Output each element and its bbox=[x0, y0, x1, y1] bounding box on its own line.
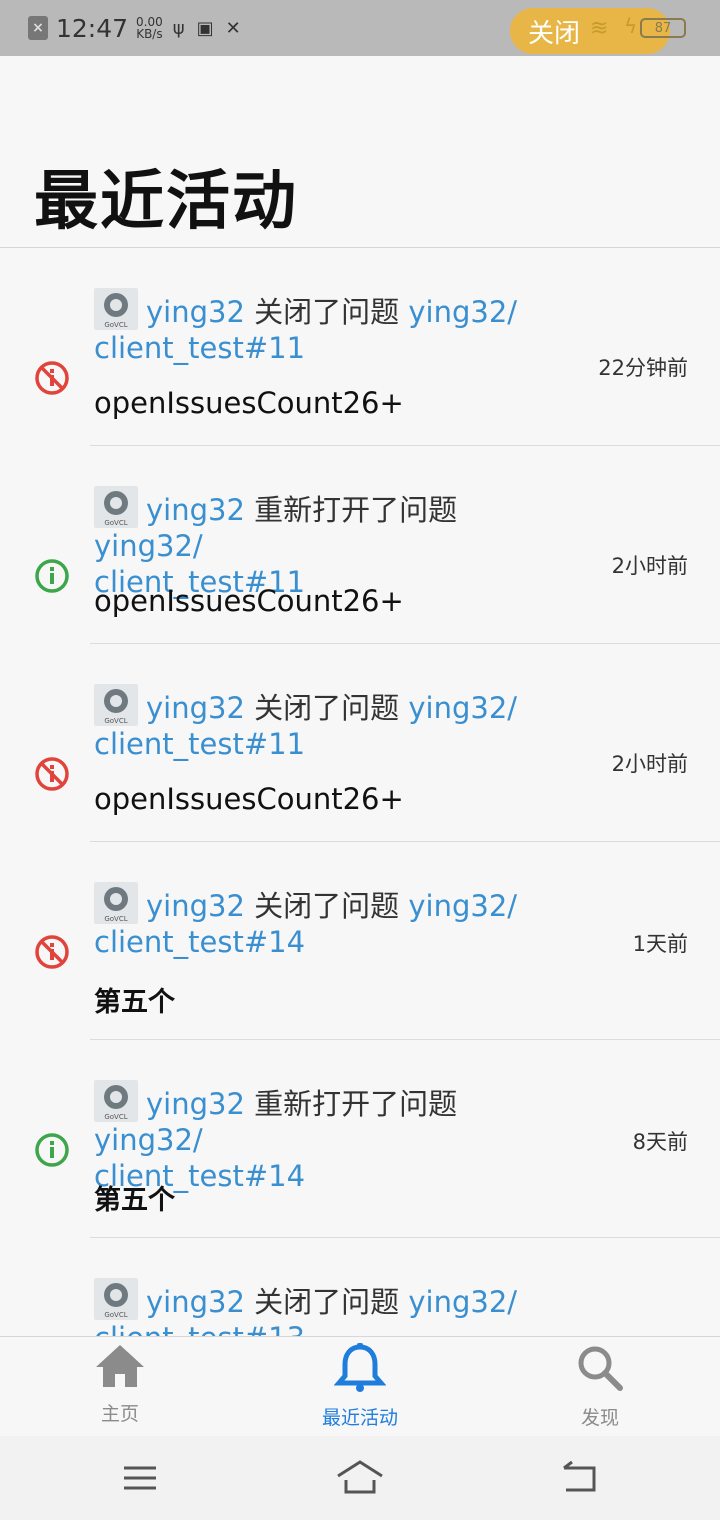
activity-item[interactable]: GoVCL ying32 重新打开了问题 ying32/ client_test… bbox=[0, 446, 720, 644]
activity-headline: ying32 关闭了问题 ying32/ client_test#14 bbox=[94, 888, 524, 960]
issue-closed-icon bbox=[35, 361, 69, 395]
activity-time: 22分钟前 bbox=[598, 356, 688, 380]
repo-link[interactable]: ying32/ bbox=[408, 1285, 517, 1319]
issue-link[interactable]: client_test#14 bbox=[94, 925, 305, 959]
status-bar: × 12:47 0.00 KB/s ψ ▣ ✕ 关闭 ≋ ϟ 87 bbox=[0, 0, 720, 56]
activity-headline: ying32 关闭了问题 ying32/ client_test#13 bbox=[94, 1284, 524, 1336]
battery-icon: 87 bbox=[640, 18, 686, 38]
issue-reopened-icon bbox=[35, 1133, 69, 1167]
activity-item[interactable]: GoVCL ying32 关闭了问题 ying32/ client_test#1… bbox=[0, 1238, 720, 1336]
bell-icon bbox=[333, 1343, 387, 1392]
home-icon bbox=[96, 1345, 144, 1387]
action-text: 重新打开了问题 bbox=[254, 1087, 458, 1121]
repo-link[interactable]: ying32/ bbox=[408, 691, 517, 725]
activity-time: 2小时前 bbox=[611, 554, 688, 578]
repo-link[interactable]: ying32/ bbox=[408, 889, 517, 923]
activity-headline: ying32 关闭了问题 ying32/ client_test#11 bbox=[94, 690, 524, 762]
wifi-icon: ≋ bbox=[590, 16, 609, 41]
network-speed: 0.00 KB/s bbox=[136, 16, 163, 40]
activity-time: 1天前 bbox=[632, 932, 688, 956]
activity-item[interactable]: GoVCL ying32 关闭了问题 ying32/ client_test#1… bbox=[0, 248, 720, 446]
notification-icon: × bbox=[28, 16, 48, 40]
actor-link[interactable]: ying32 bbox=[146, 295, 245, 329]
repo-link[interactable]: ying32/ bbox=[94, 529, 203, 563]
activity-time: 8天前 bbox=[632, 1130, 688, 1154]
status-time: 12:47 bbox=[56, 13, 129, 43]
tab-home[interactable]: 主页 bbox=[60, 1343, 180, 1426]
actor-link[interactable]: ying32 bbox=[146, 889, 245, 923]
action-text: 关闭了问题 bbox=[254, 1285, 400, 1319]
charging-icon: ϟ bbox=[624, 14, 638, 38]
system-nav-bar bbox=[0, 1436, 720, 1520]
tab-recent-activity[interactable]: 最近活动 bbox=[300, 1343, 420, 1430]
actor-link[interactable]: ying32 bbox=[146, 493, 245, 527]
close-pill-label: 关闭 bbox=[528, 18, 581, 49]
issue-closed-icon bbox=[35, 757, 69, 791]
activity-item[interactable]: GoVCL ying32 重新打开了问题 ying32/ client_test… bbox=[0, 1040, 720, 1238]
activity-feed[interactable]: GoVCL ying32 关闭了问题 ying32/ client_test#1… bbox=[0, 248, 720, 1336]
issue-closed-icon bbox=[35, 935, 69, 969]
network-speed-unit: KB/s bbox=[136, 27, 163, 41]
issue-reopened-icon bbox=[35, 559, 69, 593]
issue-link[interactable]: client_test#11 bbox=[94, 331, 305, 365]
page-title: 最近活动 bbox=[34, 165, 298, 239]
search-icon bbox=[578, 1346, 623, 1391]
repo-link[interactable]: ying32/ bbox=[94, 1123, 203, 1157]
activity-description: openIssuesCount26+ bbox=[94, 782, 404, 816]
action-text: 关闭了问题 bbox=[254, 889, 400, 923]
actor-link[interactable]: ying32 bbox=[146, 1087, 245, 1121]
tab-discover-label: 发现 bbox=[580, 1407, 619, 1429]
issue-link[interactable]: client_test#13 bbox=[94, 1321, 305, 1336]
activity-description: openIssuesCount26+ bbox=[94, 584, 404, 618]
tab-recent-activity-label: 最近活动 bbox=[321, 1407, 398, 1429]
action-text: 重新打开了问题 bbox=[254, 493, 458, 527]
issue-link[interactable]: client_test#11 bbox=[94, 727, 305, 761]
activity-description: 第五个 bbox=[94, 987, 175, 1018]
activity-item[interactable]: GoVCL ying32 关闭了问题 ying32/ client_test#1… bbox=[0, 842, 720, 1040]
tab-discover[interactable]: 发现 bbox=[540, 1343, 660, 1430]
menu-icon[interactable] bbox=[120, 1458, 160, 1498]
back-icon[interactable] bbox=[560, 1458, 600, 1498]
actor-link[interactable]: ying32 bbox=[146, 1285, 245, 1319]
debug-icon: ▣ bbox=[196, 17, 214, 39]
action-text: 关闭了问题 bbox=[254, 691, 400, 725]
home-nav-icon[interactable] bbox=[336, 1458, 384, 1498]
activity-time: 2小时前 bbox=[611, 752, 688, 776]
activity-headline: ying32 关闭了问题 ying32/ client_test#11 bbox=[94, 294, 524, 366]
actor-link[interactable]: ying32 bbox=[146, 691, 245, 725]
activity-description: openIssuesCount26+ bbox=[94, 386, 404, 420]
battery-level: 87 bbox=[654, 20, 672, 36]
activity-description: 第五个 bbox=[94, 1185, 175, 1216]
bottom-tab-bar: 主页 最近活动 发现 bbox=[0, 1336, 720, 1436]
activity-item[interactable]: GoVCL ying32 关闭了问题 ying32/ client_test#1… bbox=[0, 644, 720, 842]
tools-icon: ✕ bbox=[225, 17, 241, 39]
tab-home-label: 主页 bbox=[100, 1403, 139, 1425]
repo-link[interactable]: ying32/ bbox=[408, 295, 517, 329]
action-text: 关闭了问题 bbox=[254, 295, 400, 329]
usb-icon: ψ bbox=[172, 17, 185, 39]
screen: × 12:47 0.00 KB/s ψ ▣ ✕ 关闭 ≋ ϟ 87 最近活动 G… bbox=[0, 0, 720, 1520]
